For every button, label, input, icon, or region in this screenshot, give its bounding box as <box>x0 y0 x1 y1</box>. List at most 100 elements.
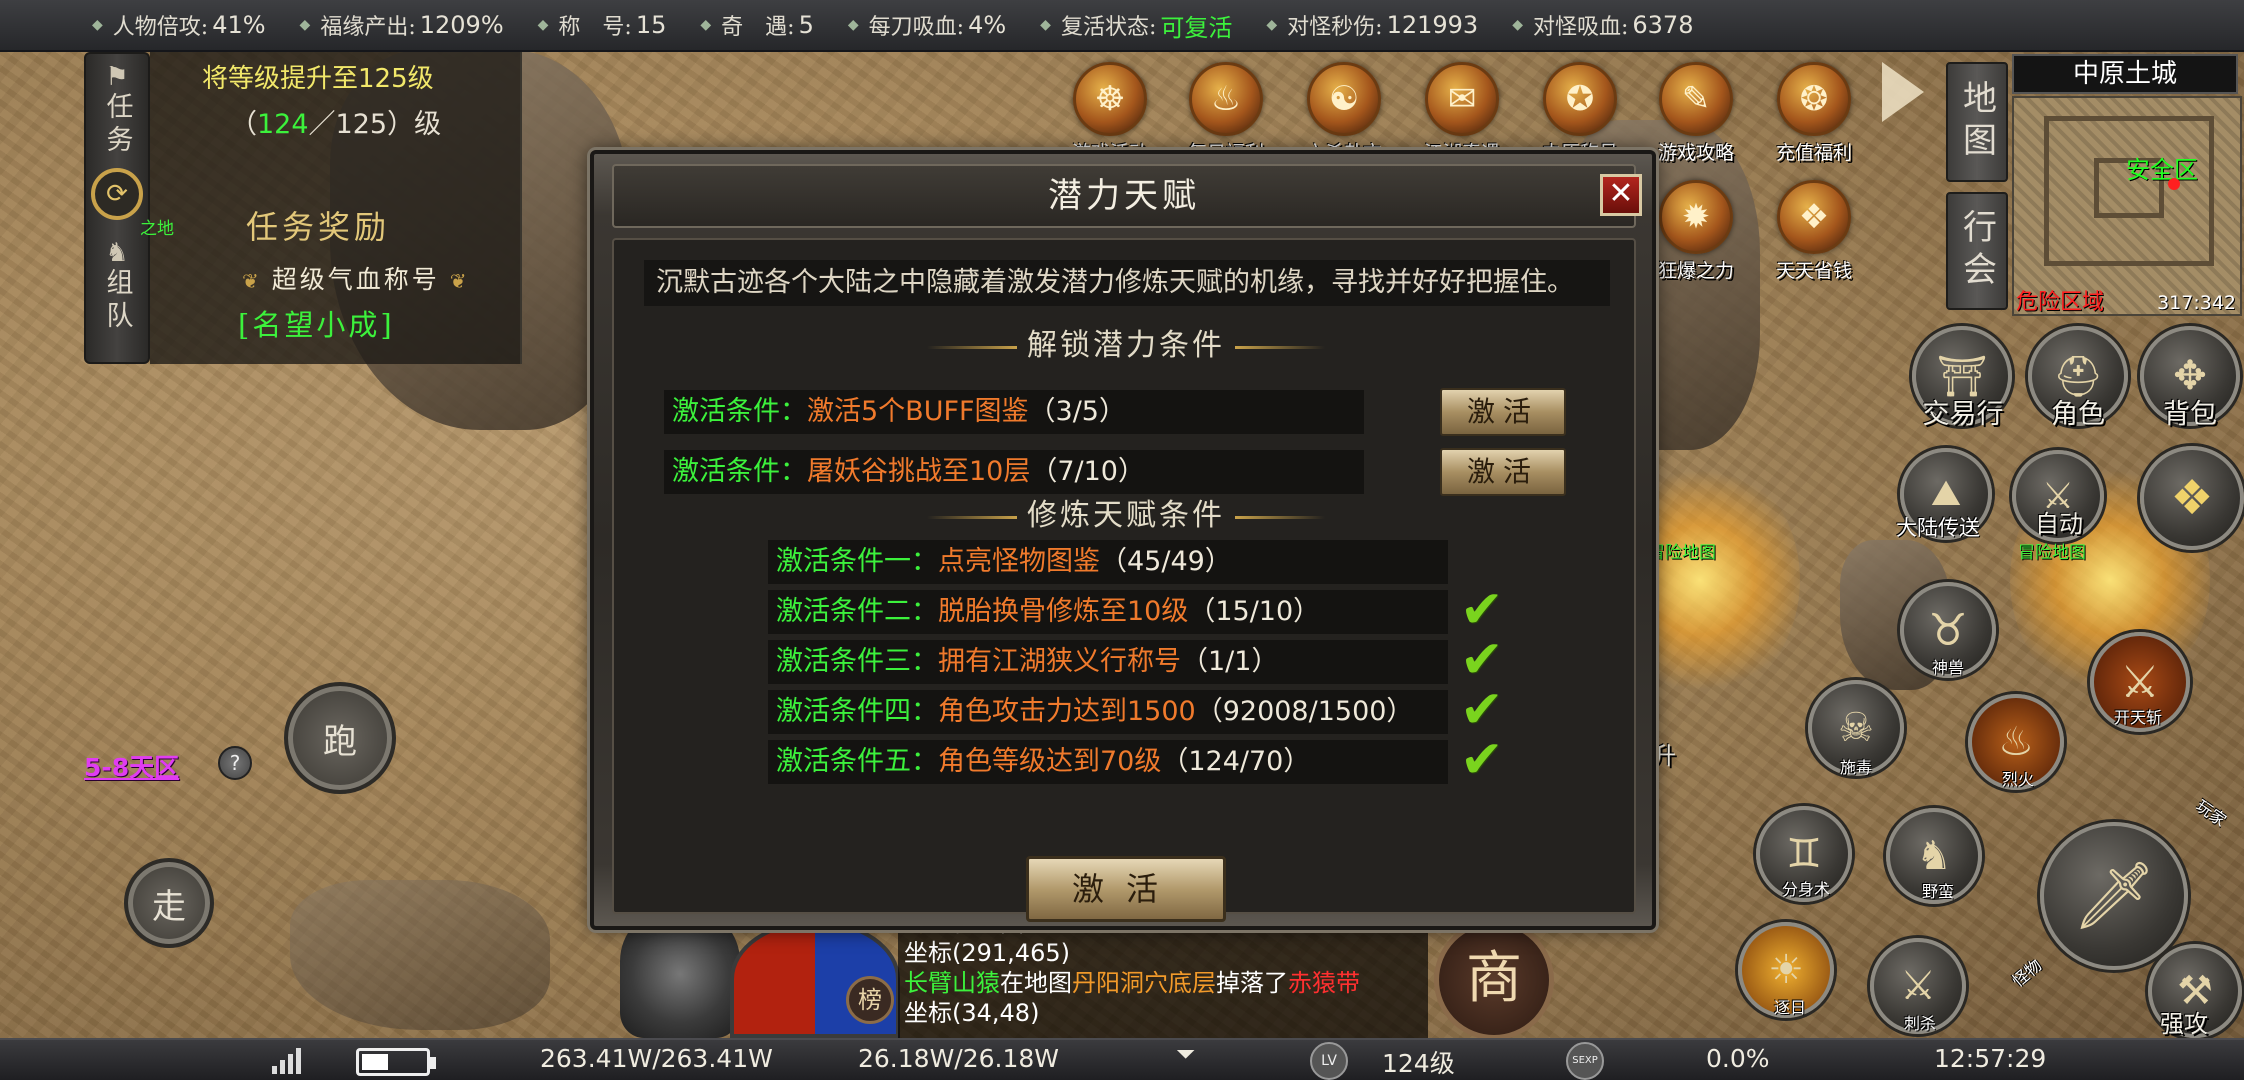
diamond-icon: ◆ <box>700 17 712 33</box>
skill-beast-label: 神兽 <box>1932 658 1965 677</box>
adventure-map-label-left[interactable]: 冒险地图 <box>1648 538 1716 563</box>
beast-icon: ♉ <box>1928 604 1968 656</box>
walk-button[interactable]: 走 <box>124 858 214 948</box>
teleport-label: 大陆传送 <box>1896 516 1980 540</box>
unlock-activate-button[interactable]: 激活 <box>1440 448 1566 496</box>
quest-tab-strip: ⚑ 任务 ⟳ ♞ 组队 <box>84 52 150 364</box>
guide-icon: ✎ <box>1659 62 1733 136</box>
diamond-icon: ◆ <box>537 17 549 33</box>
help-icon[interactable]: ? <box>218 746 252 780</box>
team-icon: ♞ <box>105 238 129 268</box>
unlock-condition-row: 激活条件：激活5个BUFF图鉴（3/5） <box>664 390 1364 434</box>
map-name: 中原土城 <box>2012 54 2238 94</box>
train-section-title: 修炼天赋条件 <box>614 490 1638 534</box>
stat-item: ◆ 复活状态: 可复活 <box>1040 13 1233 42</box>
hp-value: 263.41W/263.41W <box>540 1044 773 1073</box>
title-icon: ✪ <box>1543 62 1617 136</box>
quest-reward-badge: [名望小成] <box>238 308 395 342</box>
stat-item: ◆ 称 号: 15 <box>537 11 667 40</box>
checkmark-icon: ✔ <box>1460 580 1504 640</box>
dialog-intro: 沉默古迹各个大陆之中隐藏着激发潜力修炼天赋的机缘，寻找并好好把握住。 <box>644 260 1610 306</box>
skill-stab-label: 刺杀 <box>1904 1014 1937 1033</box>
daily-welfare-icon: ♨ <box>1189 62 1263 136</box>
tab-guild[interactable]: 行会 <box>1946 192 2008 310</box>
tab-map[interactable]: 地图 <box>1946 62 2008 182</box>
skill-fire-label: 烈火 <box>2002 770 2035 789</box>
expand-arrow-icon[interactable] <box>1882 62 1924 122</box>
chat-toggle-icon[interactable]: ⏷ <box>1176 1040 1195 1068</box>
bag-label: 背包 <box>2163 399 2217 430</box>
tab-team[interactable]: 组队 <box>98 268 137 334</box>
fire-sword-icon: ♨ <box>1998 719 2034 765</box>
rank-button[interactable]: 榜 <box>846 976 894 1024</box>
quest-reward-title: 任务奖励 <box>246 208 391 246</box>
potential-talent-dialog: 潜力天赋 ✕ 沉默古迹各个大陆之中隐藏着激发潜力修炼天赋的机缘，寻找并好好把握住… <box>590 150 1656 930</box>
stat-item: ◆ 福缘产出: 1209% <box>299 11 504 40</box>
flaming-sword-icon: ⚔ <box>2120 656 2160 708</box>
activity-button[interactable]: ✎ 游戏攻略 <box>1636 62 1756 165</box>
level-icon: LV <box>1310 1042 1348 1080</box>
danger-zone-label: 危险区域 <box>2016 290 2105 315</box>
run-button[interactable]: 跑 <box>284 682 396 794</box>
role-label: 角色 <box>2051 399 2105 430</box>
signal-icon <box>272 1048 301 1074</box>
chat-line: 坐标(291,465) <box>904 939 1070 967</box>
activity-button[interactable]: ❖ 天天省钱 <box>1754 180 1874 283</box>
top-status-bar: ◆ 人物倍攻: 41% ◆ 福缘产出: 1209% ◆ 称 号: 15 ◆ 奇 遇: 5 ◆ 每刀吸血: 4… <box>0 0 2244 52</box>
minimap[interactable]: 安全区 危险区域 317:342 <box>2012 96 2242 316</box>
stat-item: ◆ 人物倍攻: 41% <box>92 11 266 40</box>
quest-reward-item: 超级气血称号 <box>232 260 480 296</box>
skill-poison-label: 施毒 <box>1840 758 1873 777</box>
train-condition-row: 激活条件四：角色攻击力达到1500（92008/1500） <box>768 690 1448 734</box>
adventure-map-label[interactable]: 冒险地图 <box>2018 538 2086 563</box>
diamond-icon: ◆ <box>1040 17 1051 33</box>
checkmark-icon: ✔ <box>1460 680 1504 740</box>
refresh-icon[interactable]: ⟳ <box>91 168 143 220</box>
activity-label: 充值福利 <box>1775 142 1852 164</box>
diamond-icon: ◆ <box>1266 17 1278 33</box>
stat-item: ◆ 奇 遇: 5 <box>700 11 814 40</box>
server-zone-link[interactable]: 5-8天区 <box>84 748 179 784</box>
sword-icon: 🗡 <box>2072 857 2156 934</box>
skill-wild-label: 野蛮 <box>1922 882 1955 901</box>
save-money-icon: ❖ <box>1777 180 1851 254</box>
player-coordinates: 317:342 <box>2157 292 2236 314</box>
sun-chase-icon: ☀ <box>1768 947 1804 993</box>
auto-label: 自动 <box>2035 510 2083 538</box>
skill-moon-label: 逐日 <box>1774 998 1807 1017</box>
diamond-icon: ◆ <box>92 17 103 33</box>
train-condition-row: 激活条件五：角色等级达到70级（124/70） <box>768 740 1448 784</box>
attack-button[interactable]: 🗡 <box>2040 822 2188 970</box>
diamond-icon: ◆ <box>1512 17 1523 33</box>
chat-line: 坐标(34,48) <box>904 999 1040 1027</box>
poison-icon: ☠ <box>1838 705 1874 751</box>
skill-clone-label: 分身术 <box>1782 880 1831 899</box>
tab-quest[interactable]: 任务 <box>98 92 137 158</box>
safe-zone-label: 安全区 <box>2126 156 2198 184</box>
stat-item: ◆ 每刀吸血: 4% <box>847 11 1007 40</box>
close-button[interactable]: ✕ <box>1600 174 1642 216</box>
quest-side-label: 之地 <box>140 219 174 239</box>
teleport-icon: ⛰ <box>1930 473 1962 514</box>
diamond-icon: ◆ <box>299 17 311 33</box>
shop-button[interactable]: 商 <box>1434 920 1554 1040</box>
checkmark-icon: ✔ <box>1460 630 1504 690</box>
battery-icon <box>356 1048 436 1076</box>
clock: 12:57:29 <box>1934 1044 2047 1073</box>
activity-label: 天天省钱 <box>1775 260 1852 282</box>
quest-panel[interactable]: 将等级提升至125级 （124／125）级 任务奖励 超级气血称号 [名望小成] <box>150 52 522 364</box>
train-condition-row: 激活条件二：脱胎换骨修炼至10级（15/10） <box>768 590 1448 634</box>
activate-talent-button[interactable]: 激活 <box>1026 856 1226 922</box>
stat-item: ◆ 对怪吸血: 6378 <box>1512 11 1694 40</box>
adventure-icon: ✉ <box>1425 62 1499 136</box>
train-condition-row: 激活条件三：拥有江湖狭义行称号（1/1） <box>768 640 1448 684</box>
quest-title: 将等级提升至125级 <box>202 64 434 94</box>
clone-icon: ♊ <box>1786 831 1822 877</box>
mp-value: 26.18W/26.18W <box>858 1044 1060 1073</box>
level-value: 124级 <box>1382 1049 1455 1078</box>
exp-value: 0.0% <box>1706 1044 1770 1073</box>
activity-button[interactable]: ❂ 充值福利 <box>1754 62 1874 165</box>
exp-icon: SEXP <box>1566 1042 1604 1080</box>
menu-toggle-button[interactable]: ❖ <box>2140 446 2244 550</box>
unlock-activate-button[interactable]: 激活 <box>1440 388 1566 436</box>
